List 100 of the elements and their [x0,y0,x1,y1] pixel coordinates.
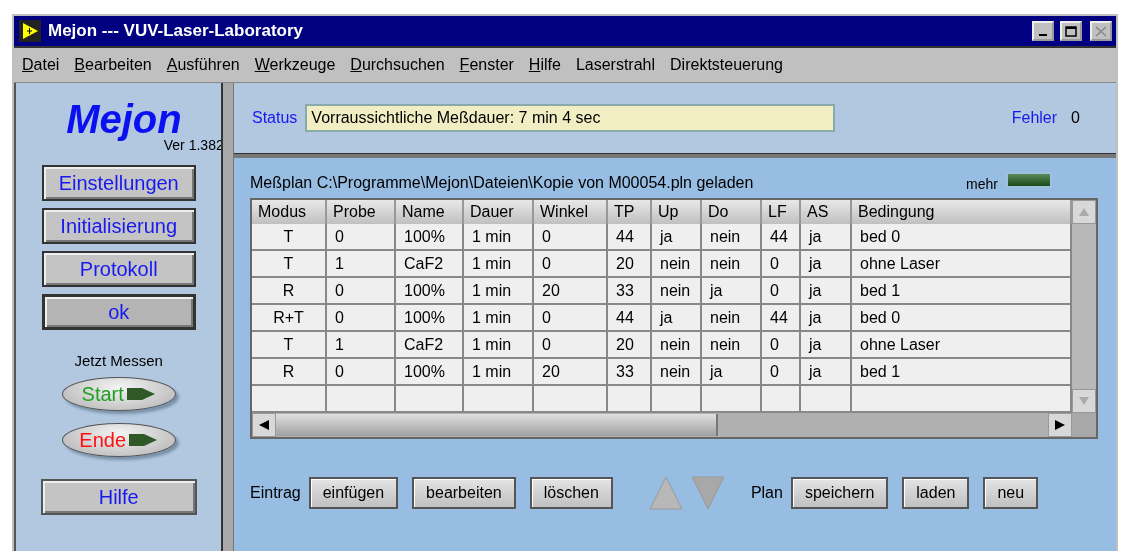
column-header[interactable]: Up [652,200,702,224]
scroll-right-icon[interactable] [1048,413,1072,437]
table-cell: ja [801,332,852,359]
table-cell: 1 min [464,305,534,332]
table-cell: R [252,278,327,305]
entry-label: Eintrag [250,484,301,502]
column-header[interactable]: Name [396,200,464,224]
arrow-led-icon [125,385,156,403]
menu-item[interactable]: Direktsteuerung [670,56,783,74]
column-header[interactable]: Winkel [534,200,608,224]
table-cell: 100% [396,305,464,332]
table-cell: R [252,359,327,386]
scroll-up-icon[interactable] [1072,200,1096,224]
menu-item[interactable]: Fenster [459,56,514,74]
measure-label: Jetzt Messen [74,352,163,369]
table-cell: R+T [252,305,327,332]
entry-button[interactable]: löschen [529,477,613,509]
column-header[interactable]: Probe [327,200,396,224]
column-header[interactable]: TP [608,200,652,224]
close-icon [1095,25,1107,37]
table-cell: 1 min [464,278,534,305]
table-cell: 1 [327,332,396,359]
table-cell: 20 [534,278,608,305]
scroll-thumb[interactable] [276,414,718,436]
table-cell: 44 [762,305,801,332]
horizontal-scrollbar[interactable] [252,413,1072,437]
maximize-icon [1065,25,1077,37]
column-header[interactable]: Bedingung [852,200,1072,224]
table-cell: nein [652,332,702,359]
plan-button[interactable]: speichern [790,477,889,509]
scroll-left-icon[interactable] [252,413,276,437]
sidebar-button[interactable]: Einstellungen [41,165,196,201]
menu-item[interactable]: Datei [22,56,60,74]
table-cell: T [252,251,327,278]
table-cell: 100% [396,224,464,251]
menu-item[interactable]: Werkzeuge [254,56,336,74]
table-cell: nein [702,251,762,278]
table-cell: 20 [534,359,608,386]
table-cell: ja [702,278,762,305]
table-cell: 100% [396,278,464,305]
table-cell: ja [801,224,852,251]
table-cell: 0 [327,305,396,332]
table-cell: ohne Laser [852,332,1072,359]
column-header[interactable]: AS [801,200,852,224]
close-button[interactable] [1090,21,1112,41]
status-field: Vorraussichtliche Meßdauer: 7 min 4 sec [305,104,836,132]
table-cell: bed 0 [852,224,1072,251]
more-label: mehr [966,176,998,192]
minimize-button[interactable] [1032,21,1054,41]
table-cell: 0 [762,278,801,305]
table-cell: nein [702,224,762,251]
table-cell: CaF2 [396,332,464,359]
table-cell: ja [801,251,852,278]
sidebar-button[interactable]: Initialisierung [41,208,196,244]
table-cell: 44 [762,224,801,251]
table-cell: ja [801,278,852,305]
error-count: 0 [1071,109,1080,127]
table-cell: 1 min [464,251,534,278]
table-cell: ohne Laser [852,251,1072,278]
menu-item[interactable]: Hilfe [528,56,561,74]
maximize-button[interactable] [1060,21,1082,41]
column-header[interactable]: Do [702,200,762,224]
table-cell: 44 [608,224,652,251]
table-cell: 1 min [464,224,534,251]
table-cell: 20 [608,332,652,359]
table-cell: T [252,332,327,359]
table-cell: 0 [327,224,396,251]
column-header[interactable]: LF [762,200,801,224]
help-button[interactable]: Hilfe [40,479,197,515]
sidebar-button[interactable]: ok [41,294,196,330]
table-cell: 0 [534,305,608,332]
splitter-bar[interactable] [221,83,234,551]
table-cell: bed 1 [852,359,1072,386]
sidebar-button[interactable]: Protokoll [41,251,196,287]
table-cell: 0 [327,278,396,305]
column-header[interactable]: Dauer [464,200,534,224]
plan-button[interactable]: neu [983,477,1039,509]
vertical-scrollbar[interactable] [1072,200,1096,413]
table-cell: nein [702,332,762,359]
table-cell: 0 [762,251,801,278]
menu-item[interactable]: Ausführen [166,56,240,74]
menu-item[interactable]: Laserstrahl [575,56,656,74]
menu-item[interactable]: Bearbeiten [74,56,152,74]
table-cell: 0 [327,359,396,386]
table-cell: T [252,224,327,251]
window-title: Mejon --- VUV-Laser-Laboratory [48,21,305,41]
entry-button[interactable]: bearbeiten [412,477,516,509]
table-cell: 20 [608,251,652,278]
table-cell: 33 [608,278,652,305]
table-cell: bed 0 [852,305,1072,332]
column-header[interactable]: Modus [252,200,327,224]
table-cell: 44 [608,305,652,332]
more-indicator[interactable] [1006,172,1052,188]
table-cell: nein [702,305,762,332]
table-cell: 0 [534,251,608,278]
table-cell: ja [652,305,702,332]
plan-button[interactable]: laden [902,477,970,509]
entry-button[interactable]: einfügen [308,477,399,509]
table-cell: 1 min [464,332,534,359]
menu-item[interactable]: Durchsuchen [350,56,445,74]
